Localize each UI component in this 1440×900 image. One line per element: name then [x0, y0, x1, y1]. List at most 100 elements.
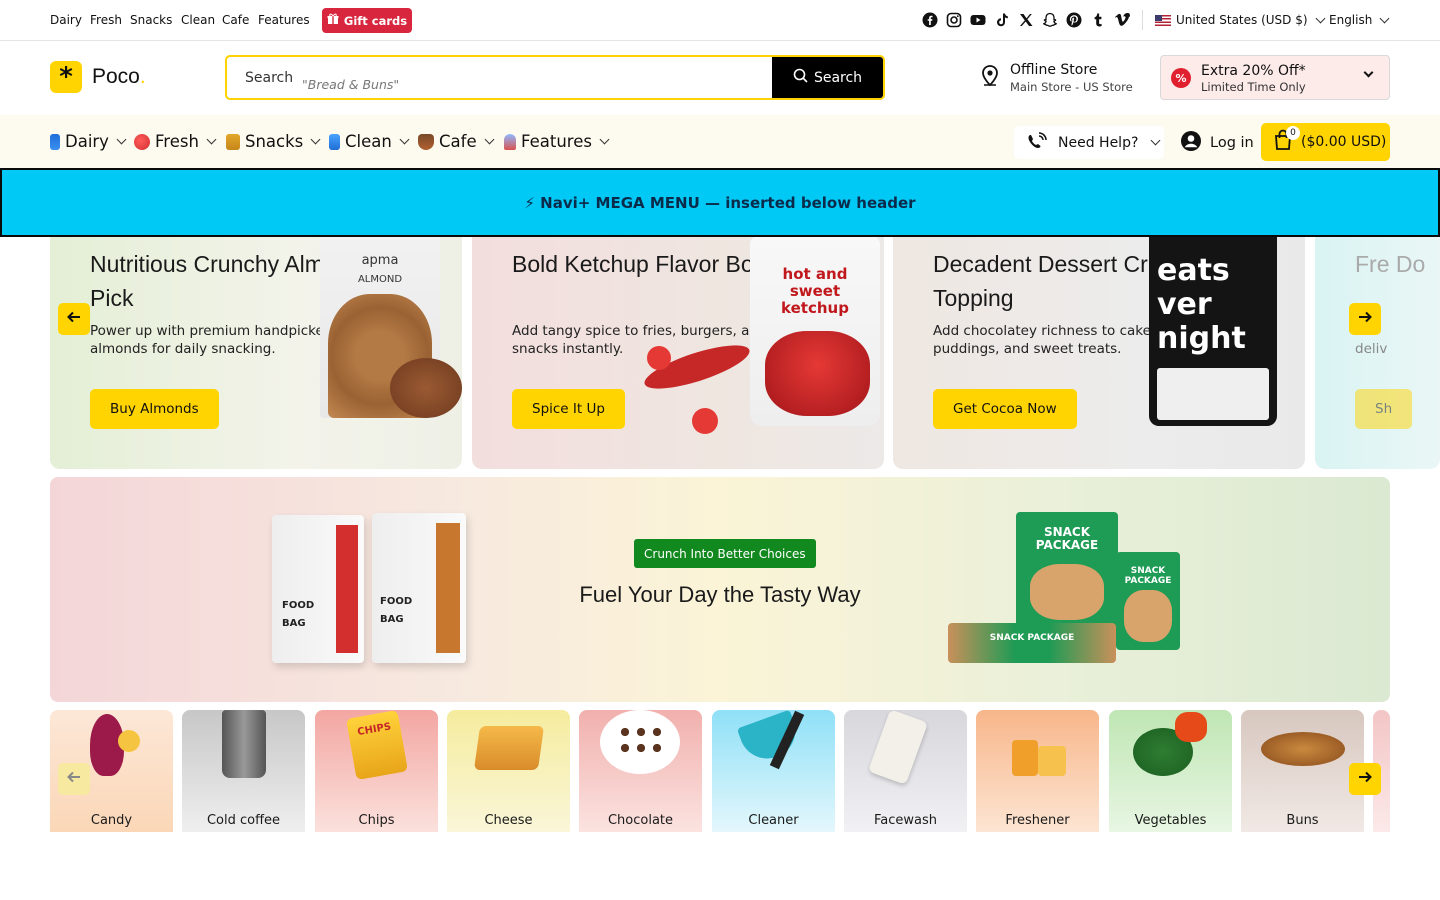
- instagram-icon[interactable]: [946, 12, 962, 28]
- pinterest-icon[interactable]: [1066, 12, 1082, 28]
- cheese-image: [473, 726, 545, 770]
- phone-support-icon: [1026, 131, 1048, 154]
- buy-almonds-button[interactable]: Buy Almonds: [90, 389, 219, 429]
- nav-item-label: Dairy: [65, 132, 109, 151]
- search-button[interactable]: Search: [772, 57, 883, 98]
- promo-dropdown[interactable]: % Extra 20% Off* Limited Time Only: [1160, 55, 1390, 100]
- nav-item-label: Snacks: [245, 132, 304, 151]
- need-help-button[interactable]: Need Help?: [1014, 126, 1164, 159]
- chevron-down-icon: [1315, 13, 1325, 23]
- country-selector[interactable]: United States (USD $): [1155, 13, 1325, 27]
- top-link-fresh[interactable]: Fresh: [90, 13, 122, 27]
- search-input[interactable]: "Bread & Buns": [302, 77, 399, 92]
- nav-item-cafe[interactable]: Cafe: [418, 132, 495, 151]
- coffee-can-image: [222, 710, 266, 778]
- get-cocoa-button[interactable]: Get Cocoa Now: [933, 389, 1077, 429]
- offline-store[interactable]: Offline Store Main Store - US Store: [980, 62, 1133, 94]
- snack-label: SNACK PACKAGE: [1035, 525, 1099, 552]
- bag-label: FOOD BAG: [282, 600, 315, 629]
- category-buns[interactable]: Buns: [1241, 710, 1364, 832]
- category-cold-coffee[interactable]: Cold coffee: [182, 710, 305, 832]
- category-chocolate[interactable]: Chocolate: [579, 710, 702, 832]
- chips-icon: [226, 133, 240, 150]
- country-label: United States (USD $): [1176, 13, 1308, 27]
- tiktok-icon[interactable]: [994, 12, 1010, 28]
- snack-package-image: SNACK PACKAGE: [1116, 552, 1180, 650]
- hero-slide-partial[interactable]: Fre Do deliv Sh: [1315, 228, 1440, 469]
- top-link-snacks[interactable]: Snacks: [130, 13, 172, 27]
- slider-prev-button[interactable]: [58, 303, 90, 335]
- nav-item-clean[interactable]: Clean: [329, 132, 410, 151]
- need-help-label: Need Help?: [1058, 134, 1139, 151]
- snapchat-icon[interactable]: [1042, 12, 1058, 28]
- top-link-dairy[interactable]: Dairy: [50, 13, 82, 27]
- hero-slide-almonds[interactable]: Nutritious Crunchy Almond Pick Power up …: [50, 228, 462, 469]
- nav-item-features[interactable]: Features: [504, 132, 610, 151]
- facebook-icon[interactable]: [922, 12, 938, 28]
- hero-slide-cocoa[interactable]: Decadent Dessert Crumble Topping Add cho…: [893, 228, 1305, 469]
- categories-next-button[interactable]: [1349, 763, 1381, 795]
- hero-slide-ketchup[interactable]: Bold Ketchup Flavor Boost Add tangy spic…: [472, 228, 884, 469]
- nav-item-snacks[interactable]: Snacks: [226, 132, 321, 151]
- mega-menu-banner: ⚡ Navi+ MEGA MENU — inserted below heade…: [0, 168, 1440, 237]
- category-freshener[interactable]: Freshener: [976, 710, 1099, 832]
- store-title: Offline Store: [1010, 62, 1098, 78]
- divider: [1142, 10, 1143, 30]
- category-label: Cold coffee: [206, 813, 281, 828]
- categories-prev-button[interactable]: [58, 763, 90, 795]
- nav-item-label: Clean: [345, 132, 392, 151]
- pouch-label: hot and sweet ketchup: [781, 265, 849, 317]
- spice-it-up-button[interactable]: Spice It Up: [512, 389, 625, 429]
- arrow-right-icon: [1357, 309, 1373, 329]
- login-button[interactable]: Log in: [1180, 130, 1254, 156]
- login-label: Log in: [1210, 135, 1254, 151]
- discount-badge-icon: %: [1171, 68, 1191, 88]
- search-bar: Search "Bread & Buns" Search: [225, 55, 885, 100]
- category-cleaner[interactable]: Cleaner: [712, 710, 835, 832]
- shop-button[interactable]: Sh: [1355, 389, 1413, 429]
- nav-item-label: Features: [521, 132, 592, 151]
- nav-item-label: Fresh: [155, 132, 199, 151]
- top-link-clean[interactable]: Clean: [181, 13, 215, 27]
- banner-tag: Crunch Into Better Choices: [634, 539, 816, 568]
- freshener-bottle-image: [1012, 740, 1038, 776]
- snack-label: SNACK PACKAGE: [989, 633, 1075, 643]
- slider-next-button[interactable]: [1349, 303, 1381, 335]
- spray-bottle-icon: [329, 133, 340, 150]
- tomato-image: [647, 346, 671, 370]
- promo-subtitle: Limited Time Only: [1201, 80, 1306, 94]
- cake-icon: [418, 133, 434, 150]
- category-chips[interactable]: CHIPS Chips: [315, 710, 438, 832]
- gift-icon: [327, 13, 339, 28]
- top-link-cafe[interactable]: Cafe: [222, 13, 249, 27]
- nav-item-dairy[interactable]: Dairy: [50, 132, 127, 151]
- location-pin-icon: [980, 65, 1000, 91]
- almond-bowl-image: [390, 358, 462, 418]
- language-selector[interactable]: English: [1329, 13, 1390, 27]
- tumblr-icon[interactable]: [1090, 12, 1106, 28]
- category-label: Vegetables: [1134, 813, 1207, 828]
- logo[interactable]: * Poco.: [50, 61, 146, 93]
- tomato-image: [692, 408, 718, 434]
- top-bar: Dairy Fresh Snacks Clean Cafe Features G…: [0, 0, 1440, 41]
- language-label: English: [1329, 13, 1373, 27]
- promo-banner[interactable]: FOOD BAG FOOD BAG Crunch Into Better Cho…: [50, 477, 1390, 702]
- category-facewash[interactable]: Facewash: [844, 710, 967, 832]
- ketchup-pouch-image: hot and sweet ketchup: [750, 236, 880, 426]
- youtube-icon[interactable]: [970, 12, 986, 28]
- category-cheese[interactable]: Cheese: [447, 710, 570, 832]
- vimeo-icon[interactable]: [1114, 12, 1130, 28]
- category-vegetables[interactable]: Vegetables: [1109, 710, 1232, 832]
- nav-item-fresh[interactable]: Fresh: [134, 132, 217, 151]
- chevron-down-icon: [1363, 67, 1374, 78]
- gift-cards-button[interactable]: Gift cards: [322, 8, 412, 33]
- top-link-features[interactable]: Features: [258, 13, 310, 27]
- chevron-down-icon: [310, 134, 321, 145]
- milk-bottle-icon: [50, 133, 60, 150]
- x-icon[interactable]: [1018, 12, 1034, 28]
- chevron-down-icon: [484, 134, 495, 145]
- pack-brand: apma: [361, 253, 399, 268]
- category-label: Cleaner: [748, 813, 799, 828]
- arrow-left-icon: [66, 769, 82, 789]
- cart-button[interactable]: 0 ($0.00 USD): [1261, 123, 1390, 161]
